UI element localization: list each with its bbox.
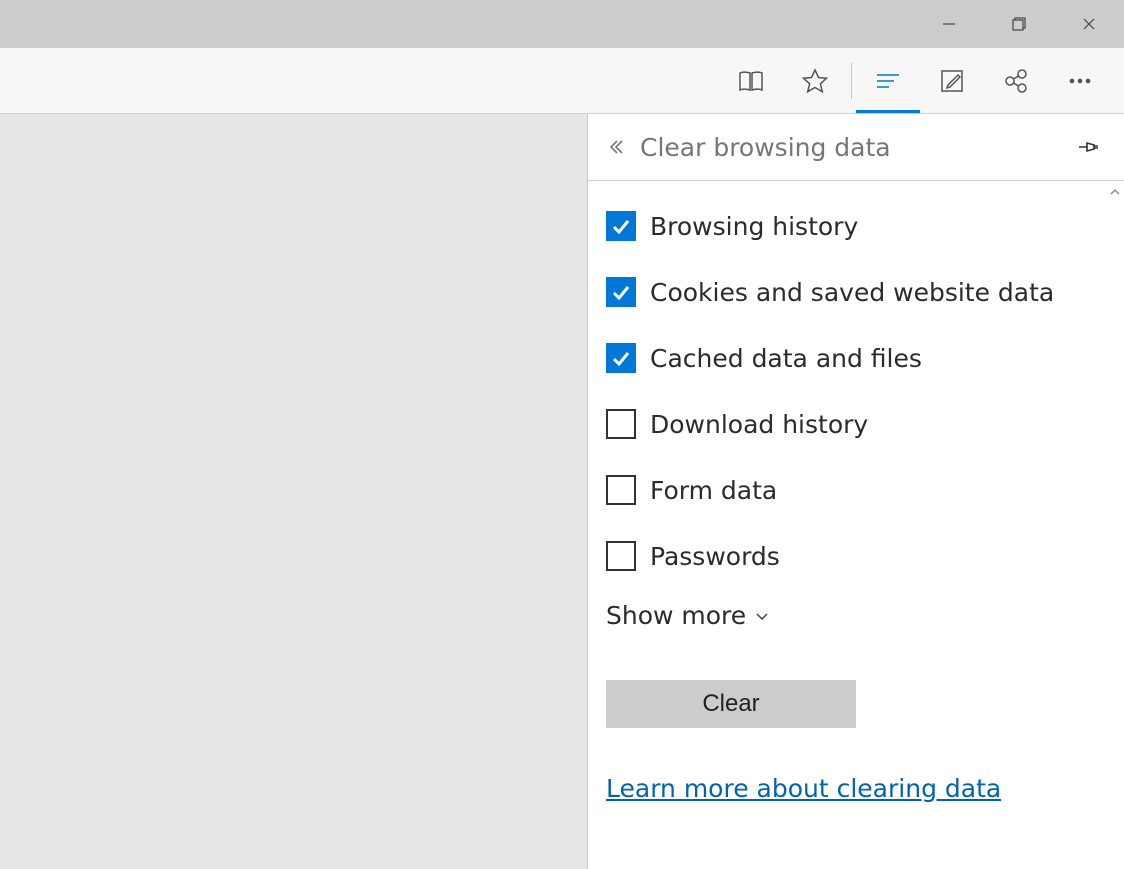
pin-panel-button[interactable] xyxy=(1070,129,1106,165)
chevron-down-icon xyxy=(754,608,770,624)
checkbox-label: Passwords xyxy=(650,542,780,571)
clear-browsing-data-panel: Clear browsing data Browsing history Cook… xyxy=(587,114,1124,869)
checkbox-label: Cached data and files xyxy=(650,344,922,373)
checkbox-label: Form data xyxy=(650,476,777,505)
checkbox[interactable] xyxy=(606,277,636,307)
close-button[interactable] xyxy=(1054,0,1124,48)
maximize-button[interactable] xyxy=(984,0,1054,48)
checkbox-row-2[interactable]: Cached data and files xyxy=(606,343,1106,373)
show-more-toggle[interactable]: Show more xyxy=(606,601,770,630)
browser-toolbar xyxy=(0,48,1124,114)
window-titlebar xyxy=(0,0,1124,48)
checkbox-row-0[interactable]: Browsing history xyxy=(606,211,1106,241)
checkbox[interactable] xyxy=(606,541,636,571)
checkbox-label: Download history xyxy=(650,410,868,439)
checkbox-row-5[interactable]: Passwords xyxy=(606,541,1106,571)
checkbox[interactable] xyxy=(606,343,636,373)
web-notes-button[interactable] xyxy=(920,49,984,113)
panel-body: Browsing history Cookies and saved websit… xyxy=(588,181,1124,869)
checkbox-row-1[interactable]: Cookies and saved website data xyxy=(606,277,1106,307)
panel-header: Clear browsing data xyxy=(588,114,1124,181)
show-more-label: Show more xyxy=(606,601,746,630)
checkbox[interactable] xyxy=(606,475,636,505)
checkbox-label: Browsing history xyxy=(650,212,858,241)
clear-button-label: Clear xyxy=(702,690,759,718)
hub-button[interactable] xyxy=(856,49,920,113)
reading-view-button[interactable] xyxy=(719,49,783,113)
panel-title: Clear browsing data xyxy=(640,133,1070,162)
clear-button[interactable]: Clear xyxy=(606,680,856,728)
checkbox-label: Cookies and saved website data xyxy=(650,278,1054,307)
page-content-area xyxy=(0,114,587,869)
checkbox[interactable] xyxy=(606,409,636,439)
checkbox-row-3[interactable]: Download history xyxy=(606,409,1106,439)
more-button[interactable] xyxy=(1048,49,1112,113)
minimize-button[interactable] xyxy=(914,0,984,48)
toolbar-separator xyxy=(851,63,852,99)
favorites-button[interactable] xyxy=(783,49,847,113)
scroll-up-icon[interactable] xyxy=(1109,183,1121,195)
checkbox[interactable] xyxy=(606,211,636,241)
learn-more-link[interactable]: Learn more about clearing data xyxy=(606,774,1001,803)
panel-back-button[interactable] xyxy=(598,129,634,165)
checkbox-row-4[interactable]: Form data xyxy=(606,475,1106,505)
share-button[interactable] xyxy=(984,49,1048,113)
